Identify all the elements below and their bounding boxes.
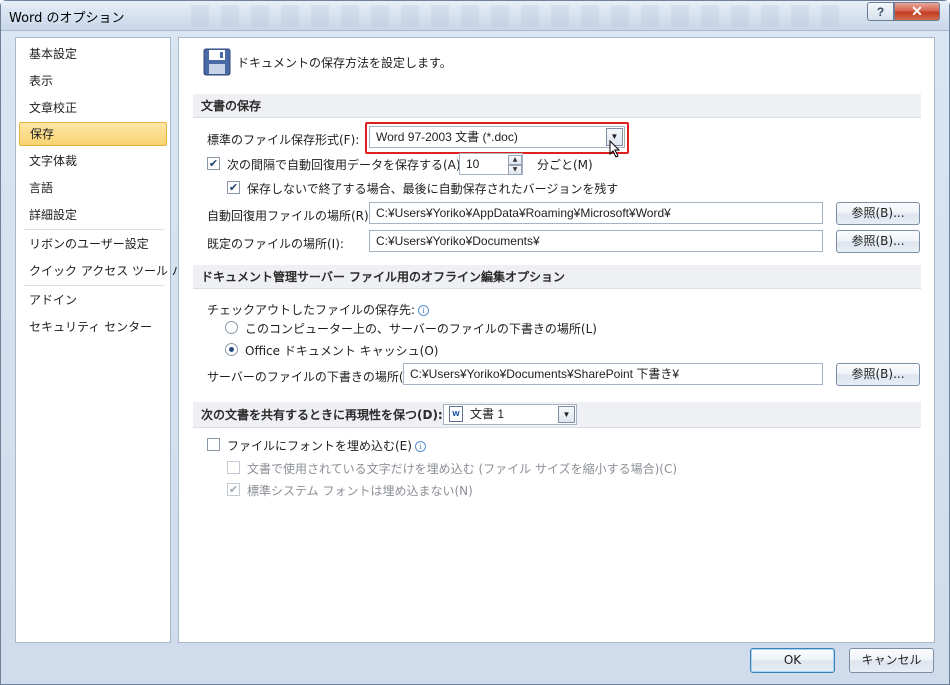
autosave-unit-label: 分ごと(M) — [537, 158, 593, 172]
checkout-location-label: チェックアウトしたファイルの保存先: i — [207, 301, 430, 318]
no-system-fonts-checkbox[interactable]: ✔ — [227, 483, 240, 496]
floppy-disk-icon — [203, 48, 231, 76]
info-icon: i — [418, 305, 430, 316]
window-title: Word のオプション — [9, 11, 125, 26]
autorecover-location-input[interactable]: C:¥Users¥Yoriko¥AppData¥Roaming¥Microsof… — [369, 202, 823, 224]
nav-item-proofing[interactable]: 文章校正 — [19, 96, 167, 120]
embed-fonts-checkbox[interactable] — [207, 438, 220, 451]
nav-item-trust-center[interactable]: セキュリティ センター — [19, 315, 167, 339]
section-save-documents: 文書の保存 — [193, 94, 921, 118]
drafts-location-label: サーバーのファイルの下書きの場所(V): — [207, 370, 421, 384]
nav-item-addins[interactable]: アドイン — [19, 288, 167, 312]
cancel-button[interactable]: キャンセル — [849, 648, 934, 673]
ok-button[interactable]: OK — [750, 648, 835, 673]
autorecover-location-label: 自動回復用ファイルの場所(R): — [207, 209, 373, 223]
nav-item-advanced[interactable]: 詳細設定 — [19, 203, 167, 227]
nav-separator — [24, 229, 164, 230]
nav-item-typography[interactable]: 文字体裁 — [19, 149, 167, 173]
drafts-location-input[interactable]: C:¥Users¥Yoriko¥Documents¥SharePoint 下書き… — [403, 363, 823, 385]
default-location-label: 既定のファイルの場所(I): — [207, 237, 344, 251]
options-panel: ドキュメントの保存方法を設定します。 文書の保存 標準のファイル保存形式(F):… — [178, 37, 935, 643]
spin-up-icon[interactable]: ▲ — [508, 155, 522, 165]
background-ribbon-ghost — [191, 5, 851, 27]
no-system-fonts-label: 標準システム フォントは埋め込まない(N) — [247, 484, 473, 498]
mouse-cursor-icon — [609, 140, 621, 158]
nav-item-quick-access-toolbar[interactable]: クイック アクセス ツール バー — [19, 259, 196, 283]
nav-item-customize-ribbon[interactable]: リボンのユーザー設定 — [19, 232, 167, 256]
chevron-down-icon[interactable]: ▼ — [558, 406, 575, 423]
close-button[interactable]: ✕ — [894, 2, 940, 21]
nav-item-language[interactable]: 言語 — [19, 176, 167, 200]
autosave-checkbox[interactable]: ✔ — [207, 157, 220, 170]
autosave-label: 次の間隔で自動回復用データを保存する(A): — [227, 158, 465, 172]
word-document-icon: W — [449, 406, 463, 422]
options-dialog: Word のオプション ? ✕ 基本設定 表示 文章校正 保存 文字体裁 言語 … — [0, 0, 950, 685]
keep-last-autosave-checkbox[interactable]: ✔ — [227, 181, 240, 194]
embed-fonts-label: ファイルにフォントを埋め込む(E) i — [227, 437, 426, 454]
keep-last-autosave-label: 保存しないで終了する場合、最後に自動保存されたバージョンを残す — [247, 182, 619, 196]
help-button[interactable]: ? — [867, 2, 894, 21]
embed-used-characters-checkbox[interactable] — [227, 461, 240, 474]
section-offline-editing: ドキュメント管理サーバー ファイル用のオフライン編集オプション — [193, 265, 921, 289]
highlight-box — [365, 122, 629, 154]
default-location-input[interactable]: C:¥Users¥Yoriko¥Documents¥ — [369, 230, 823, 252]
fidelity-label: 次の文書を共有するときに再現性を保つ(D): — [201, 408, 443, 422]
format-label: 標準のファイル保存形式(F): — [207, 133, 360, 147]
nav-separator — [24, 285, 164, 286]
browse-autorecover-button[interactable]: 参照(B)... — [836, 202, 920, 225]
fidelity-document-value: 文書 1 — [470, 407, 505, 421]
title-bar: Word のオプション ? ✕ — [1, 1, 949, 31]
spin-down-icon[interactable]: ▼ — [508, 165, 522, 175]
radio-office-cache-label: Office ドキュメント キャッシュ(O) — [245, 344, 439, 358]
radio-server-drafts-label: このコンピューター上の、サーバーのファイルの下書きの場所(L) — [245, 322, 597, 336]
fidelity-document-dropdown[interactable]: 文書 1 ▼ — [443, 404, 577, 425]
browse-default-button[interactable]: 参照(B)... — [836, 230, 920, 253]
browse-drafts-button[interactable]: 参照(B)... — [836, 363, 920, 386]
nav-item-save[interactable]: 保存 — [19, 122, 167, 146]
options-nav: 基本設定 表示 文章校正 保存 文字体裁 言語 詳細設定 リボンのユーザー設定 … — [15, 37, 196, 643]
nav-item-general[interactable]: 基本設定 — [19, 42, 167, 66]
page-description: ドキュメントの保存方法を設定します。 — [237, 56, 452, 70]
radio-server-drafts[interactable] — [225, 321, 238, 334]
embed-fonts-text: ファイルにフォントを埋め込む(E) — [227, 439, 412, 453]
info-icon: i — [414, 441, 426, 452]
nav-item-display[interactable]: 表示 — [19, 69, 167, 93]
checkout-location-text: チェックアウトしたファイルの保存先: — [207, 303, 416, 317]
radio-office-cache[interactable] — [225, 343, 238, 356]
embed-used-characters-label: 文書で使用されている文字だけを埋め込む (ファイル サイズを縮小する場合)(C) — [247, 462, 678, 476]
